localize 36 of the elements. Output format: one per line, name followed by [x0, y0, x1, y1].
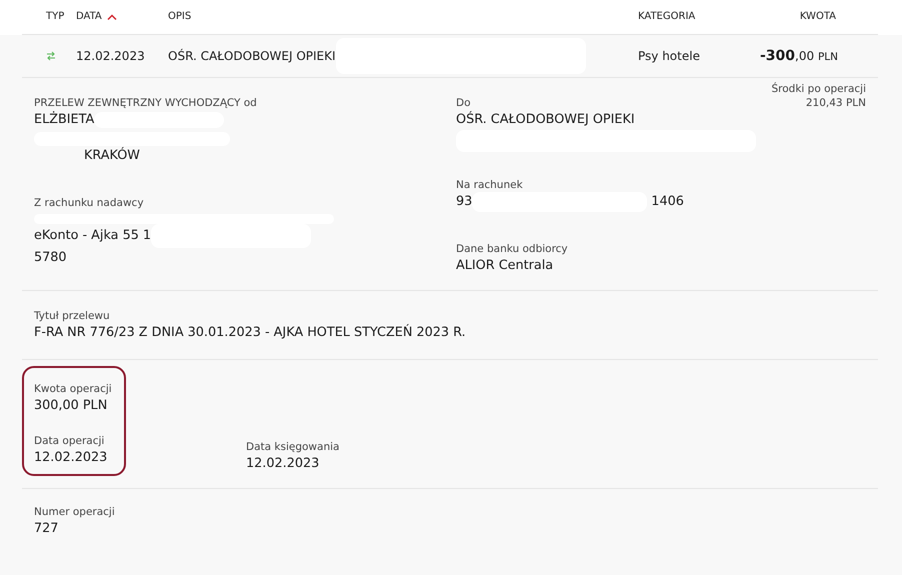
recipient-label: Do [456, 96, 472, 110]
category-cell-text: Psy hotele [638, 49, 701, 63]
column-header[interactable]: TYP [46, 11, 64, 22]
bank-label: Dane banku odbiorcy [456, 242, 569, 256]
description-cell: OŚR. CAŁODOBOWEJ OPIEKI [168, 49, 336, 63]
date-cell-text: 12.02.2023 [76, 49, 146, 63]
column-header[interactable]: OPIS [168, 11, 192, 22]
booking-date: 12.02.2023 [246, 455, 320, 473]
recipient-account-number: 1406 [651, 193, 684, 211]
bank-name: ALIOR Centrala [456, 257, 554, 275]
amount-label: Kwota operacji [34, 382, 113, 396]
column-header[interactable]: DATA [76, 11, 102, 22]
balance-value: 210,43 PLN [804, 96, 866, 110]
amount-value: 300,00 PLN [34, 397, 108, 415]
recipient-account-number: 93 [456, 193, 472, 211]
operation-date-label: Data operacji [34, 434, 106, 448]
amount-cell: -300,00 PLN [760, 48, 838, 64]
sender-city: KRAKÓW [84, 146, 140, 165]
operation-date: 12.02.2023 [34, 449, 108, 467]
recipient-account-label: Na rachunek [456, 178, 524, 192]
sender-label: PRZELEW ZEWNĘTRZNY WYCHODZĄCY od [34, 96, 258, 110]
booking-date-label: Data księgowania [246, 440, 340, 454]
title-label: Tytuł przelewu [34, 309, 111, 323]
operation-number-label: Numer operacji [34, 505, 116, 519]
sender-account-number: 5780 [34, 249, 68, 267]
sender-account-number: eKonto - Ajka 55 1 [34, 227, 152, 245]
column-header[interactable]: KATEGORIA [638, 11, 696, 22]
sender-name: ELŻBIETA [34, 110, 456, 130]
recipient-name: OŚR. CAŁODOBOWEJ OPIEKI [456, 110, 636, 129]
transfer-title: F-RA NR 776/23 Z DNIA 30.01.2023 - AJKA HOTEL STYCZEŃ 2023 R. [34, 323, 467, 342]
sort-caret-icon [106, 14, 117, 20]
operation-number: 727 [34, 520, 60, 538]
transfer-icon [46, 51, 56, 61]
balance-label: Środki po operacji [771, 82, 866, 96]
column-header[interactable]: KWOTA [800, 11, 836, 22]
sender-account-label: Z rachunku nadawcy [34, 196, 145, 210]
